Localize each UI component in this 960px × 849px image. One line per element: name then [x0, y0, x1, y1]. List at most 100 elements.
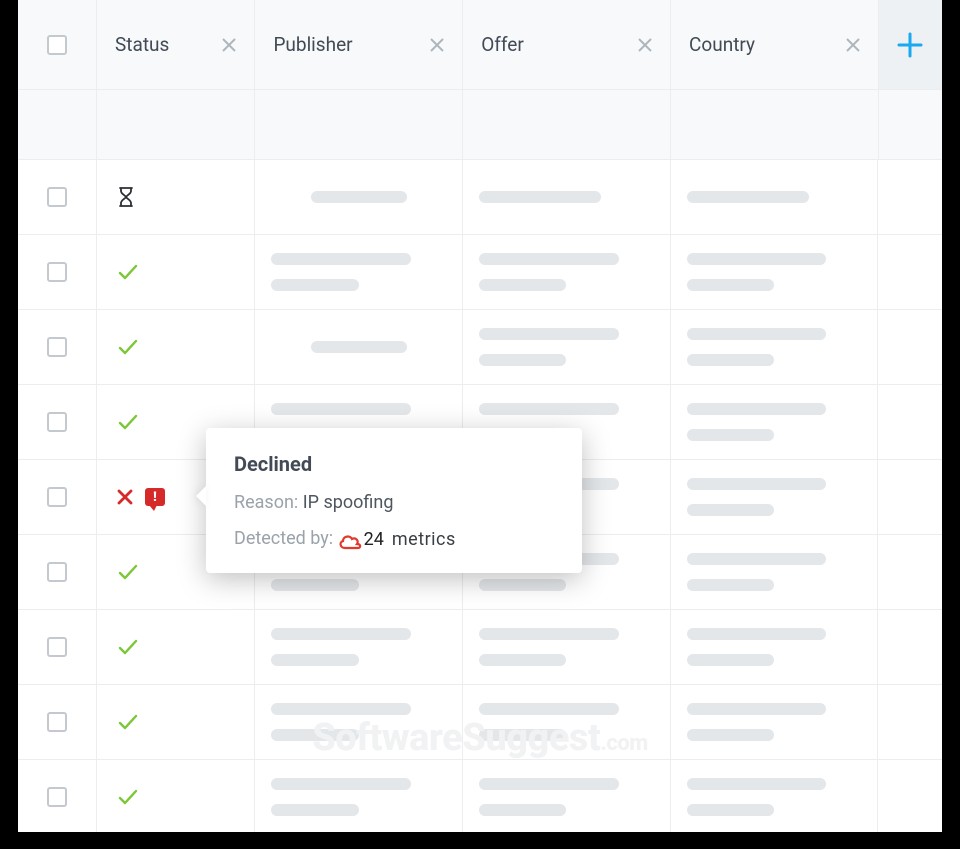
row-checkbox-cell: [18, 685, 97, 759]
placeholder-pair: [479, 703, 654, 741]
placeholder-line: [479, 253, 619, 265]
filter-cell: [879, 90, 942, 159]
placeholder-pair: [687, 478, 862, 516]
check-icon: [117, 711, 139, 733]
row-add-cell: [878, 385, 942, 459]
detector-brand-number: 24: [364, 529, 384, 550]
filter-cell: [255, 90, 463, 159]
table-row[interactable]: [18, 310, 942, 385]
placeholder-pair: [687, 553, 862, 591]
chat-alert-icon[interactable]: !: [145, 488, 165, 506]
placeholder-pair: [271, 703, 446, 741]
header-status[interactable]: Status: [97, 0, 255, 89]
row-data-cell: [255, 160, 463, 234]
placeholder-line: [311, 191, 407, 203]
placeholder-line: [687, 703, 827, 715]
row-data-cell: [255, 610, 463, 684]
row-checkbox[interactable]: [47, 487, 67, 507]
placeholder-line: [479, 654, 566, 666]
row-status-cell: [97, 685, 255, 759]
tooltip-reason-value: IP spoofing: [303, 492, 394, 513]
placeholder-line: [687, 628, 827, 640]
row-checkbox[interactable]: [47, 562, 67, 582]
add-column-button[interactable]: [879, 0, 942, 89]
placeholder-line: [479, 403, 619, 415]
placeholder-pair: [479, 253, 654, 291]
x-red-icon: [117, 489, 133, 505]
row-data-cell: [671, 385, 879, 459]
row-add-cell: [878, 535, 942, 609]
placeholder-line: [687, 279, 774, 291]
placeholder-pair: [687, 703, 862, 741]
tooltip-reason-line: Reason: IP spoofing: [234, 492, 554, 513]
placeholder-line: [687, 579, 774, 591]
placeholder-line: [479, 628, 619, 640]
row-status-cell: [97, 310, 255, 384]
row-data-cell: [255, 310, 463, 384]
detector-brand-word: metrics: [392, 529, 456, 550]
detector-logo: 24 metrics: [338, 527, 456, 551]
row-add-cell: [878, 460, 942, 534]
row-checkbox[interactable]: [47, 262, 67, 282]
row-checkbox[interactable]: [47, 637, 67, 657]
row-data-cell: [671, 610, 879, 684]
row-data-cell: [255, 760, 463, 832]
placeholder-pair: [479, 328, 654, 366]
row-checkbox[interactable]: [47, 712, 67, 732]
row-checkbox[interactable]: [47, 187, 67, 207]
placeholder-line: [687, 729, 774, 741]
row-add-cell: [878, 235, 942, 309]
header-country-label: Country: [689, 33, 755, 56]
row-data-cell: [671, 760, 879, 832]
row-checkbox-cell: [18, 160, 97, 234]
close-icon[interactable]: [222, 38, 236, 52]
header-publisher-label: Publisher: [273, 33, 352, 56]
placeholder-line: [479, 328, 619, 340]
close-icon[interactable]: [430, 38, 444, 52]
row-checkbox-cell: [18, 385, 97, 459]
table-header: Status Publisher Offer Country: [18, 0, 942, 90]
placeholder-line: [479, 279, 566, 291]
close-icon[interactable]: [638, 38, 652, 52]
placeholder-pair: [687, 403, 862, 441]
table-row[interactable]: [18, 610, 942, 685]
tooltip-detected-line: Detected by: 24metrics: [234, 527, 554, 551]
data-table: Status Publisher Offer Country: [18, 0, 942, 832]
row-checkbox[interactable]: [47, 787, 67, 807]
row-checkbox[interactable]: [47, 337, 67, 357]
header-publisher[interactable]: Publisher: [255, 0, 463, 89]
check-icon: [117, 561, 139, 583]
check-icon: [117, 786, 139, 808]
row-checkbox-cell: [18, 535, 97, 609]
select-all-checkbox[interactable]: [47, 35, 67, 55]
row-data-cell: [255, 685, 463, 759]
placeholder-line: [687, 778, 827, 790]
close-icon[interactable]: [846, 38, 860, 52]
placeholder-line: [271, 729, 358, 741]
placeholder-line: [479, 804, 566, 816]
row-data-cell: [671, 460, 879, 534]
row-checkbox-cell: [18, 310, 97, 384]
placeholder-line: [687, 403, 827, 415]
row-checkbox[interactable]: [47, 412, 67, 432]
row-status-cell: [97, 160, 255, 234]
placeholder-line: [687, 654, 774, 666]
tooltip-title: Declined: [234, 452, 554, 476]
placeholder-pair: [687, 253, 862, 291]
placeholder-line: [479, 729, 566, 741]
header-offer[interactable]: Offer: [463, 0, 671, 89]
check-icon: [117, 336, 139, 358]
row-data-cell: [671, 160, 879, 234]
table-row[interactable]: [18, 235, 942, 310]
placeholder-line: [271, 253, 411, 265]
table-row[interactable]: [18, 685, 942, 760]
placeholder-line: [271, 804, 358, 816]
row-data-cell: [255, 235, 463, 309]
row-data-cell: [671, 685, 879, 759]
placeholder-line: [479, 778, 619, 790]
table-row[interactable]: [18, 760, 942, 832]
row-checkbox-cell: [18, 760, 97, 832]
table-row[interactable]: [18, 160, 942, 235]
header-country[interactable]: Country: [671, 0, 879, 89]
row-checkbox-cell: [18, 610, 97, 684]
